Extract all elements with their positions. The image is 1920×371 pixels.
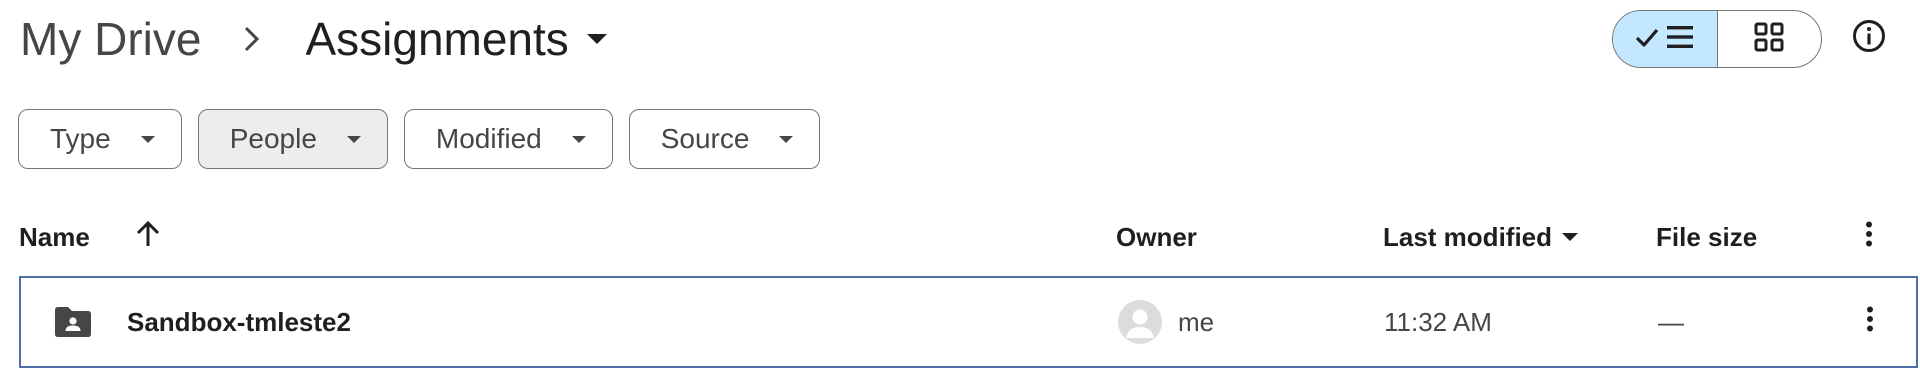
table-header: Name Owner Last modified File size bbox=[0, 212, 1920, 262]
check-list-icon bbox=[1633, 20, 1697, 59]
last-modified-value: 11:32 AM bbox=[1384, 306, 1492, 337]
view-toggle bbox=[1612, 10, 1822, 68]
filter-label: Source bbox=[660, 123, 750, 154]
column-header-file-size: File size bbox=[1656, 221, 1758, 252]
more-vert-icon bbox=[1866, 306, 1874, 339]
caret-down-icon bbox=[779, 135, 794, 143]
column-header-name[interactable]: Name bbox=[19, 212, 90, 262]
breadcrumb-current-folder[interactable]: Assignments bbox=[305, 13, 607, 65]
column-header-last-modified-label: Last modified bbox=[1383, 221, 1553, 252]
filter-type[interactable]: Type bbox=[18, 109, 182, 169]
owner-name: me bbox=[1178, 306, 1215, 337]
chevron-right-icon bbox=[237, 24, 267, 54]
filter-label: People bbox=[229, 123, 317, 154]
arrow-up-icon bbox=[135, 220, 161, 255]
column-options-button[interactable] bbox=[1851, 212, 1887, 262]
owner-cell: me bbox=[1118, 278, 1214, 366]
table-row[interactable]: Sandbox-tmleste2 me 11:32 AM — bbox=[19, 276, 1918, 368]
column-header-owner: Owner bbox=[1116, 221, 1197, 252]
grid-view-button[interactable] bbox=[1718, 11, 1822, 67]
caret-down-icon bbox=[1562, 233, 1579, 241]
avatar-icon bbox=[1118, 300, 1162, 344]
shared-folder-icon bbox=[51, 278, 95, 366]
info-icon bbox=[1852, 19, 1886, 58]
caret-down-icon bbox=[571, 135, 586, 143]
details-button[interactable] bbox=[1848, 17, 1890, 59]
file-name: Sandbox-tmleste2 bbox=[127, 306, 351, 337]
breadcrumb: My Drive Assignments bbox=[18, 8, 607, 70]
caret-down-icon bbox=[346, 135, 361, 143]
column-header-last-modified[interactable]: Last modified bbox=[1383, 212, 1579, 262]
caret-down-icon bbox=[586, 34, 607, 44]
grid-icon bbox=[1754, 22, 1784, 57]
file-size-value: — bbox=[1658, 306, 1684, 337]
filter-people[interactable]: People bbox=[197, 109, 388, 169]
filter-source[interactable]: Source bbox=[628, 109, 821, 169]
more-vert-icon bbox=[1865, 221, 1873, 254]
drive-page: My Drive Assignments Type People Modifie… bbox=[0, 0, 1920, 371]
filter-label: Modified bbox=[435, 123, 542, 154]
sort-direction-button[interactable] bbox=[132, 212, 164, 262]
filter-label: Type bbox=[50, 123, 111, 154]
breadcrumb-root[interactable]: My Drive bbox=[18, 16, 203, 62]
caret-down-icon bbox=[140, 135, 155, 143]
row-actions-button[interactable] bbox=[1852, 278, 1888, 366]
filter-modified[interactable]: Modified bbox=[403, 109, 613, 169]
filter-chips: Type People Modified Source bbox=[18, 109, 821, 169]
list-view-button[interactable] bbox=[1613, 11, 1718, 67]
breadcrumb-current-label: Assignments bbox=[305, 13, 569, 65]
